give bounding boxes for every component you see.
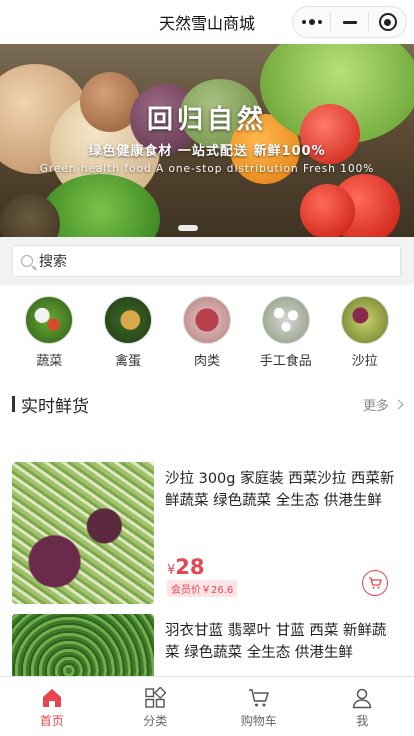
home-icon <box>42 689 61 707</box>
category-vegetables[interactable]: 蔬菜 <box>14 296 84 376</box>
category-meat[interactable]: 肉类 <box>172 296 242 376</box>
miniprogram-capsule <box>292 6 407 38</box>
navigation-bar: 天然雪山商城 <box>0 0 414 44</box>
tab-label: 我 <box>356 714 369 728</box>
member-price-badge: 会员价￥26.6 <box>167 580 238 597</box>
category-label: 肉类 <box>193 354 220 369</box>
page-title: 天然雪山商城 <box>158 14 255 33</box>
handmade-food-image <box>261 296 310 344</box>
search-area: 搜索 <box>0 237 414 285</box>
carousel-indicator[interactable] <box>178 225 198 231</box>
more-link[interactable]: 更多 <box>362 395 404 414</box>
search-placeholder: 搜索 <box>39 254 67 270</box>
banner-subtitle-en: Green health food A one-stop distributio… <box>39 163 375 175</box>
category-label: 手工食品 <box>259 354 312 369</box>
category-poultry-eggs[interactable]: 禽蛋 <box>93 296 163 376</box>
minimize-icon <box>342 20 357 24</box>
banner-subtitle-cn: 绿色健康食材 一站式配送 新鲜100% <box>88 144 326 159</box>
category-handmade-food[interactable]: 手工食品 <box>251 296 321 376</box>
tab-cart[interactable]: 购物车 <box>207 677 311 736</box>
category-row: 蔬菜 禽蛋 肉类 手工食品 沙拉 <box>0 296 414 376</box>
close-miniprogram-button[interactable] <box>369 7 406 37</box>
salad-image <box>340 296 389 344</box>
product-price: ¥28 <box>167 555 205 579</box>
section-title: 实时鲜货 <box>21 396 89 417</box>
cart-icon <box>248 689 269 707</box>
fresh-goods-section-header: 实时鲜货 更多 <box>12 393 404 417</box>
product-card[interactable]: 沙拉 300g 家庭装 西菜沙拉 西菜新鲜蔬菜 绿色蔬菜 全生态 供港生鲜 ¥2… <box>12 462 402 604</box>
banner-headline: 回归自然 <box>146 105 267 135</box>
section-accent-bar <box>12 396 15 412</box>
chevron-right-icon <box>393 399 404 409</box>
close-target-icon <box>378 13 397 31</box>
bottom-tab-bar: 首页 分类 购物车 我 <box>0 676 414 736</box>
category-salad[interactable]: 沙拉 <box>330 296 400 376</box>
tab-category[interactable]: 分类 <box>104 677 208 736</box>
minimize-button[interactable] <box>331 7 368 37</box>
user-icon <box>353 688 372 709</box>
category-label: 禽蛋 <box>115 354 142 369</box>
product-image <box>12 462 154 604</box>
tab-label: 分类 <box>143 714 168 728</box>
tab-label: 购物车 <box>240 714 277 728</box>
add-to-cart-button[interactable] <box>362 570 388 596</box>
search-icon <box>21 255 33 267</box>
poultry-eggs-image <box>104 296 153 344</box>
cart-icon <box>369 577 382 589</box>
category-label: 沙拉 <box>351 354 378 369</box>
more-dots-icon <box>301 19 322 25</box>
tab-me[interactable]: 我 <box>311 677 414 736</box>
banner-carousel[interactable]: 回归自然 绿色健康食材 一站式配送 新鲜100% Green health fo… <box>0 44 414 237</box>
vegetables-image <box>25 296 74 344</box>
meat-image <box>182 296 231 344</box>
more-options-button[interactable] <box>293 7 330 37</box>
tab-home[interactable]: 首页 <box>0 677 104 736</box>
more-label: 更多 <box>362 398 389 414</box>
tab-label: 首页 <box>39 714 64 728</box>
product-name: 沙拉 300g 家庭装 西菜沙拉 西菜新鲜蔬菜 绿色蔬菜 全生态 供港生鲜 <box>165 471 395 509</box>
category-label: 蔬菜 <box>36 354 63 369</box>
search-input[interactable]: 搜索 <box>12 245 401 277</box>
category-icon <box>145 687 167 708</box>
product-name: 羽衣甘蓝 翡翠叶 甘蓝 西菜 新鲜蔬菜 绿色蔬菜 全生态 供港生鲜 <box>165 623 387 661</box>
price-value: 28 <box>175 555 205 579</box>
